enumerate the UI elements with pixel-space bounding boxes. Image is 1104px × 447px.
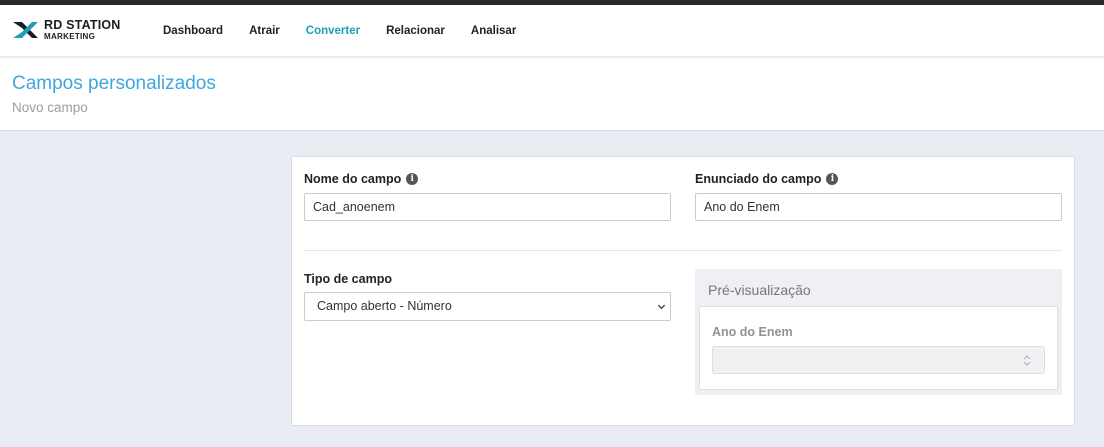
preview-box: Ano do Enem: [699, 306, 1058, 390]
rd-station-logo[interactable]: RD STATION MARKETING: [12, 17, 132, 45]
preview-title: Pré-visualização: [708, 282, 811, 298]
field-statement-label-text: Enunciado do campo: [695, 172, 822, 186]
preview-field-label: Ano do Enem: [712, 325, 793, 339]
field-type-select[interactable]: Campo aberto - Número: [304, 292, 671, 321]
nav-item-analisar[interactable]: Analisar: [458, 25, 529, 37]
nav-item-atrair[interactable]: Atrair: [236, 25, 293, 37]
page-title: Campos personalizados: [12, 73, 216, 94]
nav-item-converter[interactable]: Converter: [293, 25, 373, 37]
field-type-selected-value: Campo aberto - Número: [317, 299, 452, 313]
logo-text-secondary: MARKETING: [44, 32, 96, 41]
preview-panel: Pré-visualização Ano do Enem: [695, 269, 1062, 395]
field-name-label: Nome do campo i: [304, 172, 419, 186]
top-navbar: RD STATION MARKETING Dashboard Atrair Co…: [0, 5, 1104, 56]
chevron-down-icon: [657, 304, 666, 310]
main-menu: Dashboard Atrair Converter Relacionar An…: [150, 5, 529, 56]
page-header: Campos personalizados Novo campo: [0, 56, 1104, 131]
field-statement-input[interactable]: Ano do Enem: [695, 193, 1062, 221]
logo-text-primary: RD STATION: [44, 18, 121, 32]
info-icon[interactable]: i: [406, 173, 419, 185]
nav-item-dashboard[interactable]: Dashboard: [150, 25, 236, 37]
field-name-label-text: Nome do campo: [304, 172, 402, 186]
rd-station-logo-icon: [13, 22, 38, 38]
spinner-arrows-icon: [1023, 355, 1031, 366]
form-divider: [304, 250, 1062, 251]
page-subtitle: Novo campo: [12, 100, 88, 115]
new-field-form-card: Nome do campo i Cad_anoenem Enunciado do…: [291, 156, 1075, 426]
info-icon[interactable]: i: [826, 173, 839, 185]
field-name-input[interactable]: Cad_anoenem: [304, 193, 671, 221]
field-statement-label: Enunciado do campo i: [695, 172, 839, 186]
field-type-label-text: Tipo de campo: [304, 272, 392, 286]
preview-number-input: [712, 346, 1045, 374]
field-type-label: Tipo de campo: [304, 272, 392, 286]
nav-item-relacionar[interactable]: Relacionar: [373, 25, 458, 37]
